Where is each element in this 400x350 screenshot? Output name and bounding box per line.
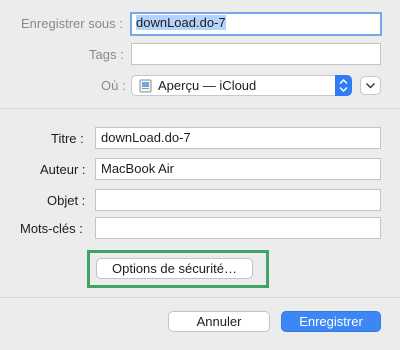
section-divider (0, 108, 400, 109)
title-label: Titre : (51, 131, 84, 146)
tags-label: Tags : (89, 47, 124, 62)
author-label: Auteur : (40, 162, 86, 177)
save-as-field[interactable]: downLoad.do-7 (130, 12, 382, 36)
security-options-button[interactable]: Options de sécurité… (96, 258, 253, 279)
save-as-label: Enregistrer sous : (21, 16, 123, 31)
keywords-field[interactable] (95, 217, 381, 239)
chevron-down-icon (361, 82, 380, 97)
location-value: Aperçu — iCloud (158, 78, 257, 93)
cancel-button[interactable]: Annuler (168, 311, 270, 332)
keywords-label: Mots-clés : (20, 221, 83, 236)
expand-button[interactable] (360, 76, 381, 95)
subject-label: Objet : (47, 193, 86, 208)
where-label: Où : (101, 78, 126, 93)
author-field[interactable]: MacBook Air (95, 158, 381, 180)
location-popup[interactable]: Aperçu — iCloud (131, 75, 352, 96)
save-button[interactable]: Enregistrer (281, 311, 381, 332)
save-as-value: downLoad.do-7 (136, 15, 226, 30)
popup-stepper-icon (335, 75, 352, 96)
subject-field[interactable] (95, 189, 381, 211)
tags-field[interactable] (131, 43, 381, 65)
title-field[interactable]: downLoad.do-7 (95, 127, 381, 149)
footer-divider (0, 297, 400, 298)
preview-app-icon (139, 79, 152, 93)
